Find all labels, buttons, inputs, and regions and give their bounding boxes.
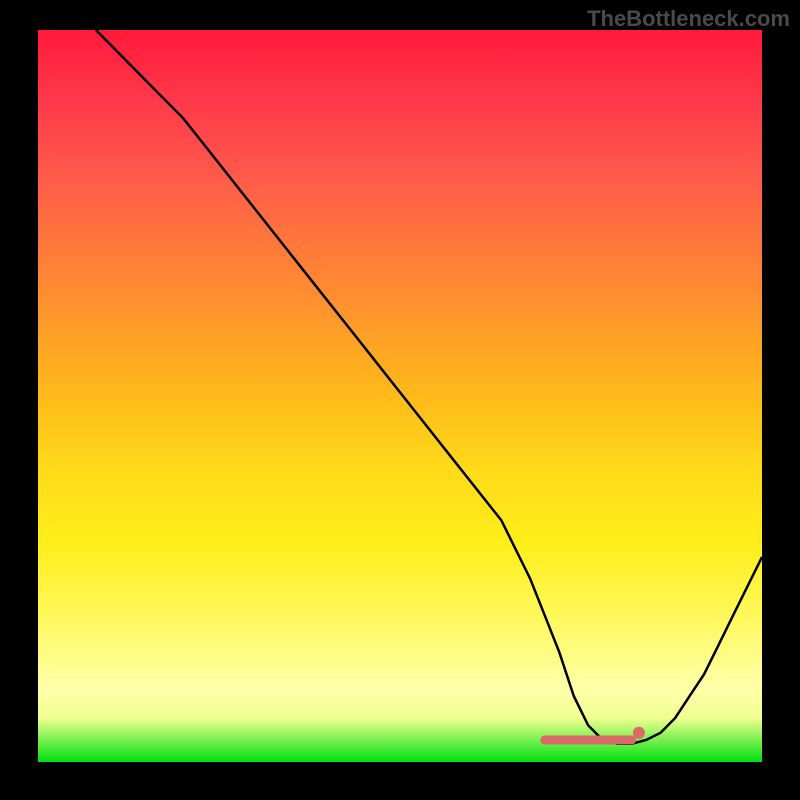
chart-plot-area [38,30,762,762]
optimal-point-dot [633,727,645,739]
watermark-text: TheBottleneck.com [587,6,790,32]
chart-svg [38,30,762,762]
bottleneck-curve [96,30,762,744]
